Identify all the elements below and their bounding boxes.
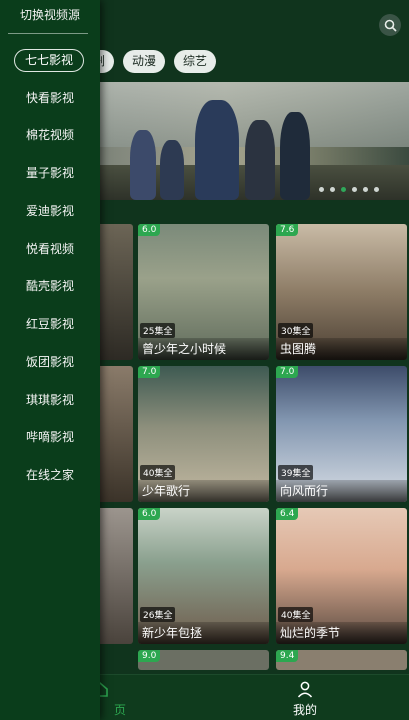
score-badge: 7.0 bbox=[138, 366, 161, 378]
episode-badge: 26集全 bbox=[140, 607, 176, 622]
banner-dot[interactable] bbox=[330, 187, 335, 192]
source-item[interactable]: 琪琪影视 bbox=[0, 391, 100, 409]
search-button[interactable] bbox=[379, 14, 401, 36]
video-card[interactable]: 6.0 26集全 新少年包拯 bbox=[138, 508, 269, 644]
episode-badge: 40集全 bbox=[278, 607, 314, 622]
video-card[interactable]: 7.0 40集全 少年歌行 bbox=[138, 366, 269, 502]
score-badge: 6.0 bbox=[138, 508, 161, 520]
source-item-selected[interactable]: 七七影视 bbox=[14, 49, 84, 72]
video-card[interactable]: 9.0 bbox=[138, 650, 269, 670]
banner-pagination bbox=[319, 187, 379, 192]
episode-badge: 39集全 bbox=[278, 465, 314, 480]
episode-badge: 25集全 bbox=[140, 323, 176, 338]
video-title: 灿烂的季节 bbox=[276, 622, 407, 644]
source-item[interactable]: 快看影视 bbox=[0, 89, 100, 107]
drawer-title: 切换视频源 bbox=[19, 8, 80, 22]
banner-dot[interactable] bbox=[374, 187, 379, 192]
person-icon bbox=[297, 681, 313, 698]
banner-dot[interactable] bbox=[363, 187, 368, 192]
source-item[interactable]: 在线之家 bbox=[0, 466, 100, 484]
video-title: 向风而行 bbox=[276, 480, 407, 502]
episode-badge: 40集全 bbox=[140, 465, 176, 480]
video-card[interactable]: 7.0 39集全 向风而行 bbox=[276, 366, 407, 502]
category-chip-anime[interactable]: 动漫 bbox=[123, 50, 166, 73]
score-badge: 7.6 bbox=[276, 224, 299, 236]
search-icon bbox=[384, 19, 397, 32]
banner-dot-active[interactable] bbox=[341, 187, 346, 192]
video-title: 曾少年之小时候 bbox=[138, 338, 269, 360]
source-item[interactable]: 哔嘀影视 bbox=[0, 428, 100, 446]
score-badge: 6.4 bbox=[276, 508, 299, 520]
video-card[interactable]: 9.4 bbox=[276, 650, 407, 670]
drawer-divider bbox=[8, 33, 88, 34]
source-item[interactable]: 棉花视频 bbox=[0, 126, 100, 144]
tab-mine[interactable]: 我的 bbox=[265, 675, 345, 720]
banner-dot[interactable] bbox=[319, 187, 324, 192]
score-badge: 7.0 bbox=[276, 366, 299, 378]
source-item[interactable]: 爱迪影视 bbox=[0, 202, 100, 220]
video-title: 虫图腾 bbox=[276, 338, 407, 360]
score-badge: 6.0 bbox=[138, 224, 161, 236]
video-title: 新少年包拯 bbox=[138, 622, 269, 644]
episode-badge: 30集全 bbox=[278, 323, 314, 338]
score-badge: 9.4 bbox=[276, 650, 299, 662]
banner-dot[interactable] bbox=[352, 187, 357, 192]
source-drawer: 切换视频源 七七影视 快看影视 棉花视频 量子影视 爱迪影视 悦看视频 酷壳影视… bbox=[0, 0, 100, 720]
video-card[interactable]: 7.6 30集全 虫图腾 bbox=[276, 224, 407, 360]
video-card[interactable]: 6.0 25集全 曾少年之小时候 bbox=[138, 224, 269, 360]
video-card[interactable]: 6.4 40集全 灿烂的季节 bbox=[276, 508, 407, 644]
source-item[interactable]: 红豆影视 bbox=[0, 315, 100, 333]
source-item[interactable]: 悦看视频 bbox=[0, 240, 100, 258]
score-badge: 9.0 bbox=[138, 650, 161, 662]
tab-mine-label: 我的 bbox=[292, 703, 317, 717]
video-title: 少年歌行 bbox=[138, 480, 269, 502]
source-item[interactable]: 饭团影视 bbox=[0, 353, 100, 371]
category-chip-variety[interactable]: 综艺 bbox=[174, 50, 217, 73]
source-item[interactable]: 酷壳影视 bbox=[0, 277, 100, 295]
source-item[interactable]: 量子影视 bbox=[0, 164, 100, 182]
